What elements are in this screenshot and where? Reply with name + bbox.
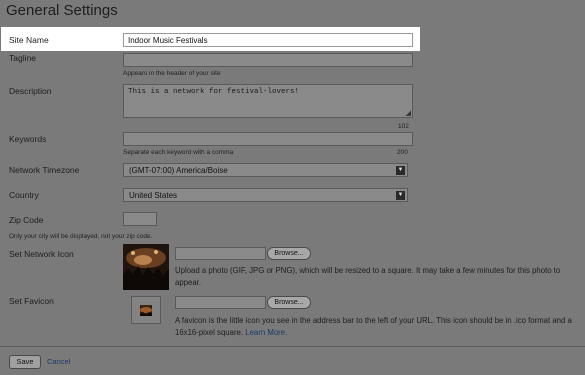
favicon-label: Set Favicon [9, 296, 54, 306]
country-label: Country [9, 190, 39, 200]
network-icon-file-input[interactable] [175, 247, 266, 260]
network-icon-thumbnail [123, 244, 169, 290]
country-select[interactable]: United States ▼ [123, 188, 408, 202]
cancel-link[interactable]: Cancel [47, 357, 70, 366]
tagline-input[interactable] [123, 53, 413, 67]
network-icon-help: Upload a photo (GIF, JPG or PNG), which … [175, 266, 561, 287]
network-icon-browse-button[interactable]: Browse... [267, 247, 311, 260]
network-icon-label: Set Network Icon [9, 249, 74, 259]
zip-label: Zip Code [9, 215, 44, 225]
description-value: This is a network for festival-lovers! [128, 88, 300, 96]
timezone-value: (GMT-07:00) America/Boise [129, 166, 228, 175]
site-name-label: Site Name [9, 35, 49, 45]
favicon-file-input[interactable] [175, 296, 266, 309]
learn-more-link[interactable]: Learn More. [245, 328, 287, 337]
zip-help: Only your city will be displayed, not yo… [9, 233, 153, 240]
keywords-input[interactable] [123, 132, 413, 146]
description-count: 102 [398, 123, 409, 130]
description-label: Description [9, 86, 52, 96]
favicon-help: A favicon is the little icon you see in … [175, 316, 572, 337]
tagline-label: Tagline [9, 53, 36, 63]
keywords-help: Separate each keyword with a comma [123, 149, 234, 156]
site-name-value: Indoor Music Festivals [128, 36, 208, 45]
page-title: General Settings [6, 2, 118, 19]
favicon-browse-button[interactable]: Browse... [267, 296, 311, 309]
zip-input[interactable] [123, 212, 157, 226]
tagline-help: Appears in the header of your site [123, 70, 221, 77]
favicon-help-block: A favicon is the little icon you see in … [175, 315, 580, 339]
keywords-label: Keywords [9, 134, 47, 144]
save-button[interactable]: Save [9, 355, 41, 369]
site-name-input[interactable]: Indoor Music Festivals [123, 33, 413, 47]
country-value: United States [129, 191, 178, 200]
concert-crowd-image [123, 244, 169, 290]
timezone-label: Network Timezone [9, 165, 80, 175]
keywords-count: 200 [397, 149, 408, 156]
chevron-down-icon: ▼ [396, 191, 405, 200]
timezone-select[interactable]: (GMT-07:00) America/Boise ▼ [123, 163, 408, 177]
form-divider [0, 346, 585, 347]
resize-handle-icon[interactable]: ◢ [406, 109, 411, 117]
favicon-image [140, 305, 152, 316]
description-textarea[interactable]: This is a network for festival-lovers! ◢ [123, 84, 413, 118]
chevron-down-icon: ▼ [396, 166, 405, 175]
favicon-thumbnail [131, 296, 161, 324]
